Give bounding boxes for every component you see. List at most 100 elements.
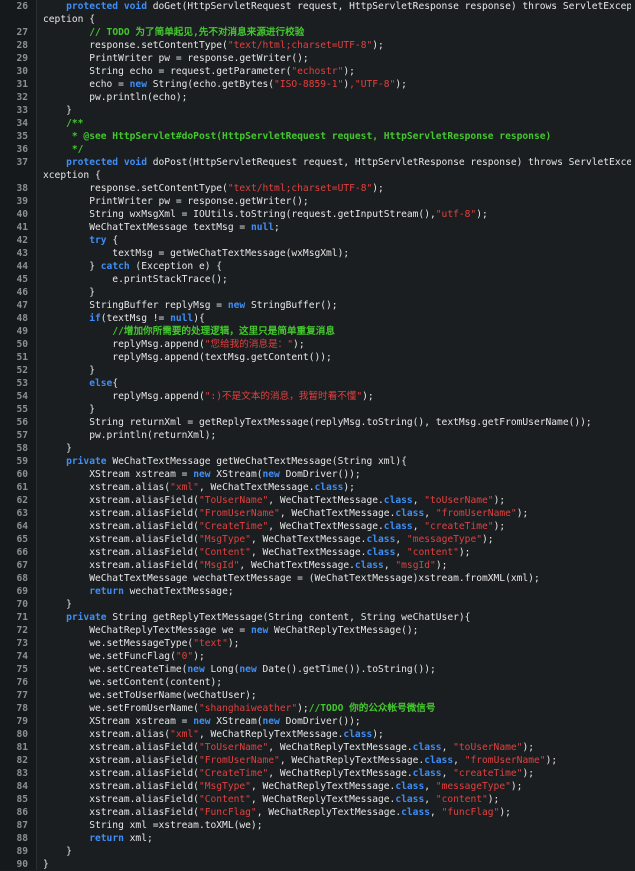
- code-line: 68 WeChatTextMessage wechatTextMessage =…: [0, 572, 635, 585]
- code-token: we.setFuncFlag(: [43, 651, 176, 662]
- line-number: 72: [16, 625, 28, 636]
- line-number: 52: [16, 365, 28, 376]
- code-text: }: [43, 858, 631, 871]
- code-token: "toUserName": [424, 495, 494, 506]
- line-number: 34: [16, 118, 28, 129]
- line-number: 56: [16, 417, 28, 428]
- line-number: 44: [16, 261, 28, 272]
- code-text: we.setCreateTime(new Long(new Date().get…: [43, 663, 631, 676]
- code-text: */: [43, 143, 631, 156]
- code-text: }: [43, 442, 631, 455]
- code-token: }: [43, 365, 95, 376]
- code-token: "content": [435, 794, 488, 805]
- code-token: xception {: [43, 170, 101, 181]
- code-token: , WeChatTextMessage.: [250, 547, 367, 558]
- line-number: 36: [16, 144, 28, 155]
- code-token: private: [43, 456, 107, 467]
- line-number: 69: [16, 586, 28, 597]
- code-text: we.setToUserName(weChatUser);: [43, 689, 631, 702]
- code-token: {: [106, 235, 119, 246]
- code-text: xstream.aliasField("ToUserName", WeChatT…: [43, 494, 631, 507]
- code-token: echo =: [43, 79, 130, 90]
- code-token: ){: [193, 313, 205, 324]
- code-token: ,: [395, 547, 407, 558]
- code-token: null: [170, 313, 194, 324]
- code-token: ,: [430, 807, 442, 818]
- code-line: 62 xstream.aliasField("ToUserName", WeCh…: [0, 494, 635, 507]
- code-line: 69 return wechatTextMessage;: [0, 585, 635, 598]
- code-token: ception {: [43, 14, 95, 25]
- code-token: );: [297, 703, 309, 714]
- code-token: );: [343, 66, 355, 77]
- code-token: new: [250, 625, 269, 636]
- code-token: "text/html;charset=UTF-8": [227, 40, 373, 51]
- code-text: StringBuffer replyMsg = new StringBuffer…: [43, 299, 631, 312]
- code-token: xstream.aliasField(: [43, 547, 199, 558]
- code-token: "ToUserName": [198, 495, 269, 506]
- code-token: xstream.alias(: [43, 729, 171, 740]
- code-text: String wxMsgXml = IOUtils.toString(reque…: [43, 208, 631, 221]
- code-token: "content": [406, 547, 459, 558]
- code-line: 50 replyMsg.append("您给我的消息是：");: [0, 338, 635, 351]
- code-line: 63 xstream.aliasField("FromUserName", We…: [0, 507, 635, 520]
- code-token: class: [412, 768, 442, 779]
- code-token: "utf-8": [435, 209, 477, 220]
- code-token: xstream.aliasField(: [43, 755, 199, 766]
- code-text: WeChatTextMessage textMsg = null;: [43, 221, 631, 234]
- code-text: pw.println(returnXml);: [43, 429, 631, 442]
- code-token: "fromUserName": [464, 755, 546, 766]
- code-text: String xml =xstream.toXML(we);: [43, 819, 631, 832]
- code-token: new: [239, 664, 257, 675]
- line-number: 55: [16, 404, 28, 415]
- code-text: PrintWriter pw = response.getWriter();: [43, 52, 631, 65]
- code-token: );: [372, 40, 384, 51]
- code-text: protected void doGet(HttpServletRequest …: [43, 0, 631, 13]
- code-text: /**: [43, 117, 631, 130]
- line-number: 35: [16, 131, 28, 142]
- line-number: 74: [16, 651, 28, 662]
- line-number: 68: [16, 573, 28, 584]
- code-token: null: [250, 222, 275, 233]
- code-line: 85 xstream.aliasField("Content", WeChatR…: [0, 793, 635, 806]
- code-token: StringBuffer replyMsg =: [43, 300, 228, 311]
- code-token: String returnXml = getReplyTextMessage(r…: [43, 417, 592, 428]
- code-text: return wechatTextMessage;: [43, 585, 631, 598]
- line-number: 50: [16, 339, 28, 350]
- line-number: 79: [16, 716, 28, 727]
- code-token: );: [343, 482, 355, 493]
- code-token: ,: [424, 781, 436, 792]
- code-line: 47 StringBuffer replyMsg = new StringBuf…: [0, 299, 635, 312]
- code-token: class: [395, 794, 425, 805]
- code-token: private: [43, 612, 107, 623]
- code-text: textMsg = getWeChatTextMessage(wxMsgXml)…: [43, 247, 631, 260]
- code-text: XStream xstream = new XStream(new DomDri…: [43, 468, 631, 481]
- code-line: 28 response.setContentType("text/html;ch…: [0, 39, 635, 52]
- code-token: class: [412, 742, 442, 753]
- code-token: xstream.aliasField(: [43, 560, 199, 571]
- code-text: we.setContent(content);: [43, 676, 631, 689]
- line-number: 82: [16, 755, 28, 766]
- code-token: we.setMessageType(: [43, 638, 194, 649]
- line-number: 45: [16, 274, 28, 285]
- code-token: String wxMsgXml = IOUtils.toString(reque…: [43, 209, 436, 220]
- line-number: 37: [16, 157, 28, 168]
- line-number: 76: [16, 677, 28, 688]
- code-token: protected void: [43, 157, 153, 168]
- line-number: 90: [16, 859, 28, 870]
- code-token: (Exception e) {: [129, 261, 223, 272]
- code-line: 37 protected void doPost(HttpServletRequ…: [0, 156, 635, 169]
- code-token: );: [522, 742, 534, 753]
- code-token: xml;: [123, 833, 153, 844]
- code-text: response.setContentType("text/html;chars…: [43, 182, 631, 195]
- line-number: 31: [16, 79, 28, 90]
- code-line: 60 XStream xstream = new XStream(new Dom…: [0, 468, 635, 481]
- code-token: "messageType": [406, 534, 483, 545]
- code-token: new: [187, 664, 205, 675]
- code-token: new: [129, 79, 147, 90]
- code-line: 54 replyMsg.append(":)不是文本的消息，我暂时看不懂");: [0, 390, 635, 403]
- code-token: , WeChatTextMessage.: [239, 560, 355, 571]
- code-token: "ISO-8859-1": [274, 79, 344, 90]
- code-text: e.printStackTrace();: [43, 273, 631, 286]
- line-number: 57: [16, 430, 28, 441]
